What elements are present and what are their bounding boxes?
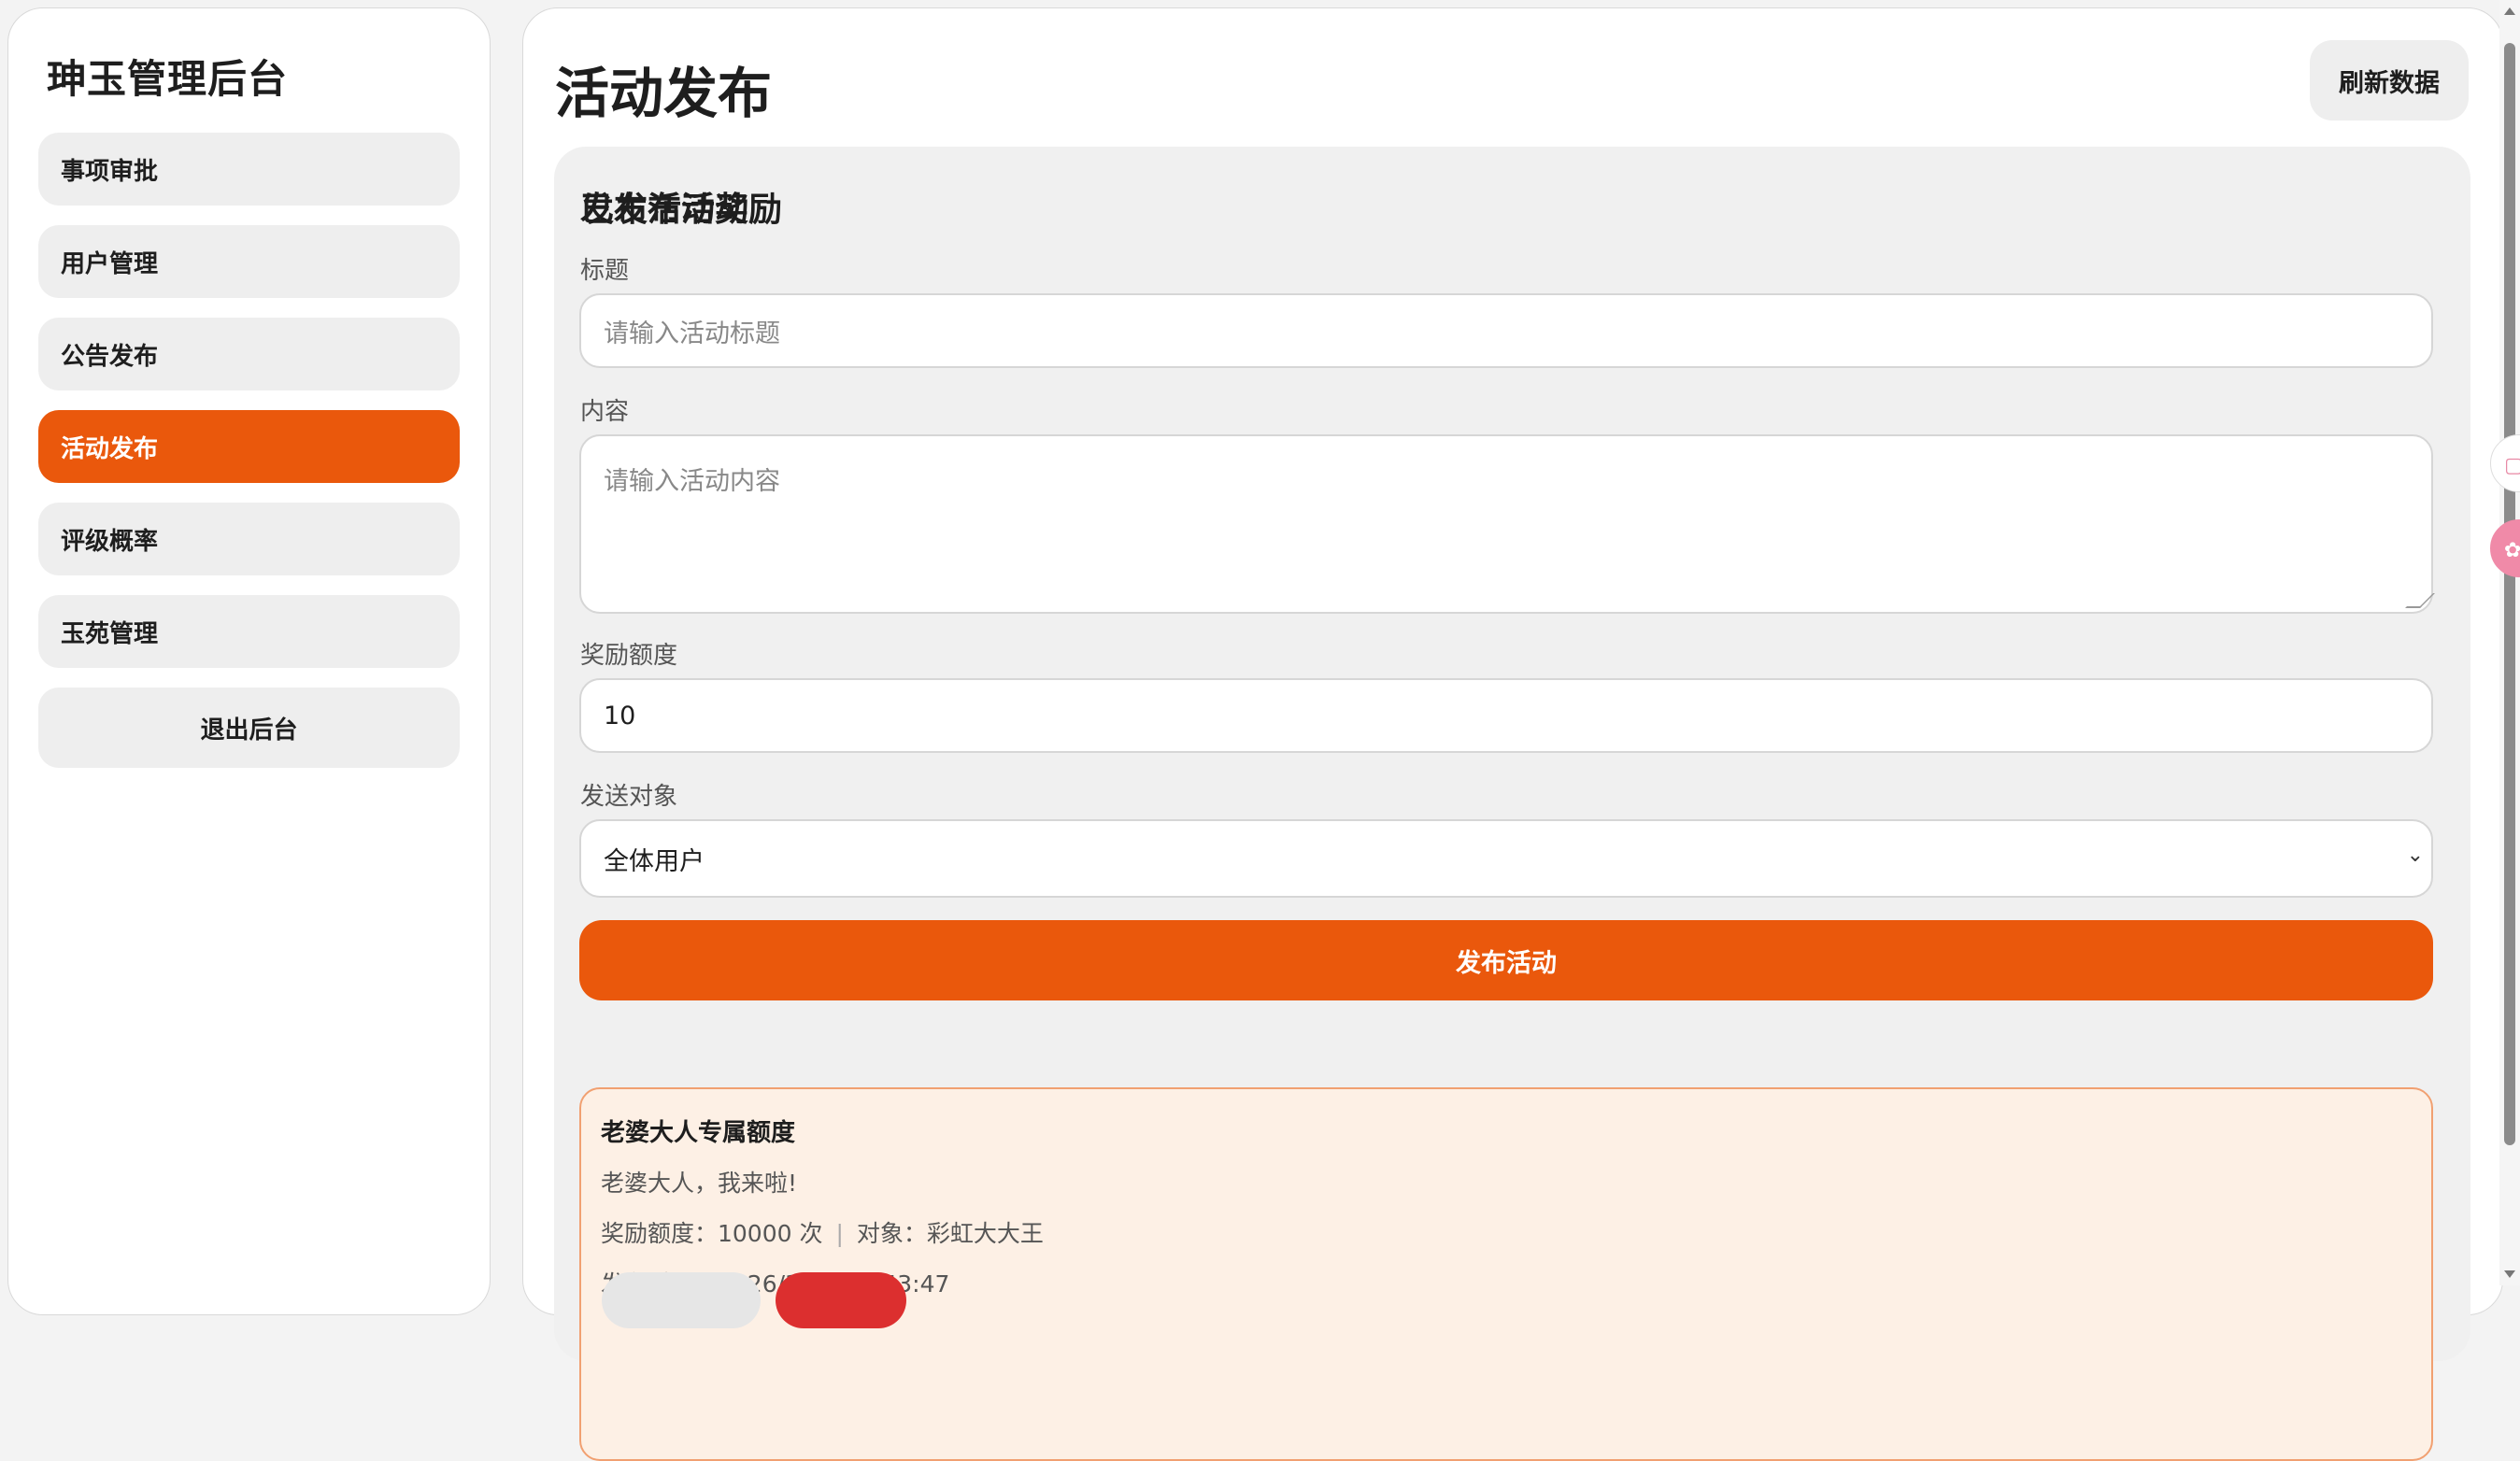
main-panel: 活动发布 刷新数据 发布活动奖励 标题 请输入活动标题 内容 请输入活动内容 奖… [522,7,2503,1461]
published-heading: 已发布活动 [580,191,749,229]
resize-handle-icon[interactable] [2405,593,2435,608]
refresh-button[interactable]: 刷新数据 [2310,40,2469,121]
sidebar-item-garden[interactable]: 玉苑管理 [38,595,460,668]
content-textarea[interactable]: 请输入活动内容 [579,434,2435,614]
target-select[interactable]: 全体用户 ⌄ [579,819,2433,898]
sidebar-nav: 事项审批 用户管理 公告发布 活动发布 评级概率 玉苑管理 退出后台 [38,133,460,768]
reward-input[interactable]: 10 [579,678,2433,753]
brand-title: 珅玉管理后台 [47,56,289,102]
activity-reward: 奖励额度：10000 次 [601,1220,823,1247]
sidebar-item-activities[interactable]: 活动发布 [38,410,460,483]
logout-button[interactable]: 退出后台 [38,688,460,768]
activity-title: 老婆大人专属额度 [601,1119,796,1147]
reward-value: 10 [604,701,636,730]
chevron-down-icon: ⌄ [2406,844,2424,867]
scroll-up-icon[interactable] [2504,7,2515,15]
sidebar-item-users[interactable]: 用户管理 [38,225,460,298]
activity-content: 老婆大人，我来啦! [601,1170,798,1197]
sidebar-item-rating-probability[interactable]: 评级概率 [38,503,460,575]
activity-delete-button[interactable] [776,1272,906,1328]
activity-secondary-button[interactable] [602,1272,761,1328]
sidebar-item-announcements[interactable]: 公告发布 [38,318,460,390]
content-placeholder: 请输入活动内容 [604,467,780,496]
activity-meta: 奖励额度：10000 次 | 对象：彩虹大大王 [601,1215,2412,1249]
meta-divider: | [835,1220,844,1247]
target-value: 全体用户 [604,846,705,876]
page-title: 活动发布 [555,62,773,125]
title-input[interactable]: 请输入活动标题 [579,293,2433,368]
page-scrollbar[interactable] [2499,0,2520,1285]
content-label: 内容 [580,398,630,426]
scroll-down-icon[interactable] [2504,1270,2515,1278]
scrollbar-thumb[interactable] [2504,43,2515,1145]
reward-label: 奖励额度 [580,642,678,670]
publish-form-card: 发布活动奖励 标题 请输入活动标题 内容 请输入活动内容 奖励额度 10 发送对… [554,147,2470,1461]
title-label: 标题 [580,257,630,285]
assistant-icon: ✿ [2504,539,2520,562]
activity-item: 老婆大人专属额度 老婆大人，我来啦! 奖励额度：10000 次 | 对象：彩虹大大王… [579,1087,2433,1461]
publish-activity-button[interactable]: 发布活动 [579,920,2433,1000]
sidebar-item-approval[interactable]: 事项审批 [38,133,460,206]
title-placeholder: 请输入活动标题 [604,319,780,348]
grid-icon: ▢ [2504,454,2520,477]
target-label: 发送对象 [580,783,678,811]
activity-target: 对象：彩虹大大王 [856,1220,1044,1247]
sidebar: 珅玉管理后台 事项审批 用户管理 公告发布 活动发布 评级概率 玉苑管理 退出后… [7,7,491,1315]
